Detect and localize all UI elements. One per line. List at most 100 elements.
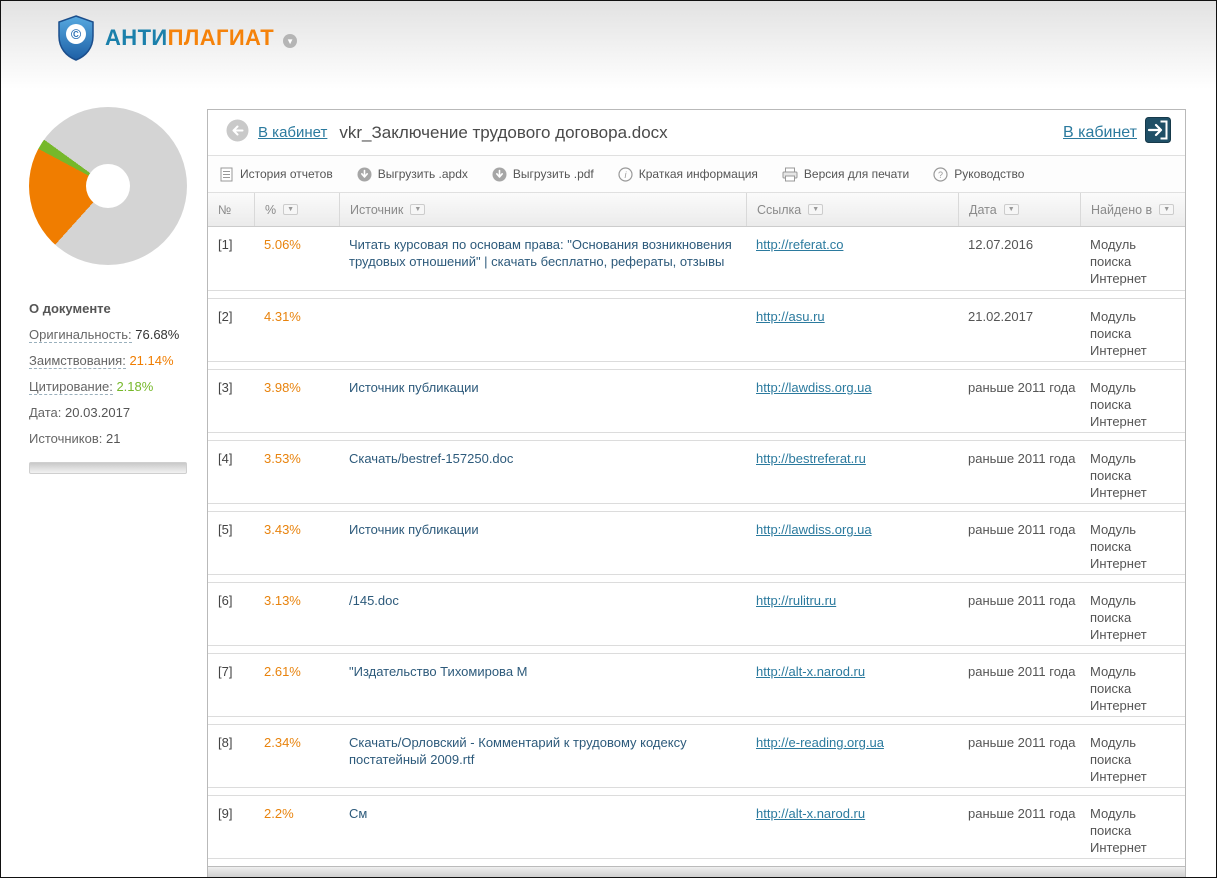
column-header-link[interactable]: Ссылка ▼ — [746, 193, 958, 226]
cell-pct: 2.34% — [254, 735, 339, 787]
sort-arrow-icon[interactable]: ▼ — [808, 204, 823, 215]
exit-to-cabinet-icon[interactable] — [1145, 117, 1171, 148]
cell-src: Источник публикации — [339, 522, 746, 574]
sort-arrow-icon[interactable]: ▼ — [1159, 204, 1174, 215]
toolbar-print-version[interactable]: Версия для печати — [782, 167, 909, 182]
logo-anti: АНТИ — [105, 25, 168, 50]
row-found-in: Модуль поиска Интернет — [1090, 237, 1160, 288]
row-link[interactable]: http://lawdiss.org.ua — [756, 522, 872, 537]
table-row: [9]2.2%Смhttp://alt-x.narod.ruраньше 201… — [208, 795, 1185, 859]
cell-date: раньше 2011 года — [958, 735, 1080, 787]
row-date: раньше 2011 года — [968, 522, 1075, 537]
shield-logo-icon: © — [56, 15, 96, 61]
sidebar-collapse-strip[interactable] — [29, 462, 187, 474]
logo-plagiat: ПЛАГИАТ — [168, 25, 274, 50]
logo-dropdown-icon[interactable]: ▼ — [283, 34, 297, 48]
column-header-percent[interactable]: % ▼ — [254, 193, 339, 226]
cabinet-link-left[interactable]: В кабинет — [258, 124, 327, 141]
report-panel: В кабинет vkr_Заключение трудового догов… — [207, 109, 1186, 878]
row-found-in: Модуль поиска Интернет — [1090, 309, 1160, 360]
row-date: раньше 2011 года — [968, 664, 1075, 679]
cell-num: [5] — [208, 522, 254, 574]
row-link[interactable]: http://alt-x.narod.ru — [756, 664, 865, 679]
donut-hole — [86, 164, 130, 208]
table-row: [7]2.61%"Издательство Тихомирова Мhttp:/… — [208, 653, 1185, 717]
toolbar-label: Краткая информация — [639, 167, 758, 181]
cell-found: Модуль поиска Интернет — [1080, 593, 1185, 645]
row-percent: 3.43% — [264, 522, 301, 537]
cell-found: Модуль поиска Интернет — [1080, 451, 1185, 503]
report-titlebar: В кабинет vkr_Заключение трудового догов… — [208, 110, 1185, 156]
row-link[interactable]: http://alt-x.narod.ru — [756, 806, 865, 821]
cell-src: "Издательство Тихомирова М — [339, 664, 746, 716]
row-link[interactable]: http://referat.co — [756, 237, 843, 252]
originality-value: 76.68% — [135, 327, 179, 342]
row-link[interactable]: http://bestreferat.ru — [756, 451, 866, 466]
sources-label: Источников: — [29, 431, 102, 446]
cell-pct: 3.53% — [254, 451, 339, 503]
cell-num: [1] — [208, 237, 254, 290]
cell-num: [8] — [208, 735, 254, 787]
row-number: [6] — [218, 593, 232, 608]
sort-arrow-icon[interactable]: ▼ — [410, 204, 425, 215]
row-date: раньше 2011 года — [968, 451, 1075, 466]
cell-found: Модуль поиска Интернет — [1080, 664, 1185, 716]
cell-pct: 3.98% — [254, 380, 339, 432]
row-percent: 2.61% — [264, 664, 301, 679]
cell-lnk: http://e-reading.org.ua — [746, 735, 958, 787]
originality-label[interactable]: Оригинальность: — [29, 327, 132, 343]
info-date: Дата: 20.03.2017 — [29, 405, 191, 420]
back-arrow-icon[interactable] — [226, 119, 249, 147]
toolbar-guide[interactable]: ? Руководство — [933, 167, 1024, 182]
row-found-in: Модуль поиска Интернет — [1090, 806, 1160, 857]
cell-num: [2] — [208, 309, 254, 361]
column-header-date[interactable]: Дата ▼ — [958, 193, 1080, 226]
cell-num: [3] — [208, 380, 254, 432]
cell-num: [4] — [208, 451, 254, 503]
cited-value: 2.18% — [116, 379, 153, 394]
toolbar-brief-info[interactable]: i Краткая информация — [618, 167, 758, 182]
row-date: 12.07.2016 — [968, 237, 1033, 252]
row-percent: 3.98% — [264, 380, 301, 395]
cell-pct: 4.31% — [254, 309, 339, 361]
cell-lnk: http://bestreferat.ru — [746, 451, 958, 503]
row-source: См — [349, 806, 367, 821]
report-toolbar: История отчетов Выгрузить .apdx Выгрузит… — [208, 156, 1185, 193]
column-header-found-in[interactable]: Найдено в ▼ — [1080, 193, 1185, 226]
table-row: [8]2.34%Скачать/Орловский - Комментарий … — [208, 724, 1185, 788]
row-link[interactable]: http://rulitru.ru — [756, 593, 836, 608]
row-percent: 3.13% — [264, 593, 301, 608]
cabinet-link-right[interactable]: В кабинет — [1063, 124, 1137, 142]
row-found-in: Модуль поиска Интернет — [1090, 451, 1160, 502]
horizontal-scrollbar[interactable] — [208, 866, 1185, 878]
cell-lnk: http://asu.ru — [746, 309, 958, 361]
cell-found: Модуль поиска Интернет — [1080, 735, 1185, 787]
cell-found: Модуль поиска Интернет — [1080, 806, 1185, 858]
cell-lnk: http://rulitru.ru — [746, 593, 958, 645]
help-icon: ? — [933, 167, 948, 182]
toolbar-export-pdf[interactable]: Выгрузить .pdf — [492, 167, 594, 182]
row-source: Скачать/bestref-157250.doc — [349, 451, 513, 466]
row-found-in: Модуль поиска Интернет — [1090, 593, 1160, 644]
row-link[interactable]: http://asu.ru — [756, 309, 825, 324]
row-number: [3] — [218, 380, 232, 395]
toolbar-label: История отчетов — [240, 167, 333, 181]
column-label: Источник — [350, 203, 403, 217]
toolbar-export-apdx[interactable]: Выгрузить .apdx — [357, 167, 468, 182]
cell-found: Модуль поиска Интернет — [1080, 522, 1185, 574]
cited-label[interactable]: Цитирование: — [29, 379, 113, 395]
borrowed-label[interactable]: Заимствования: — [29, 353, 126, 369]
table-body: [1]5.06%Читать курсовая по основам права… — [208, 227, 1185, 859]
cell-lnk: http://lawdiss.org.ua — [746, 380, 958, 432]
row-date: раньше 2011 года — [968, 380, 1075, 395]
row-link[interactable]: http://lawdiss.org.ua — [756, 380, 872, 395]
sort-arrow-icon[interactable]: ▼ — [1004, 204, 1019, 215]
row-link[interactable]: http://e-reading.org.ua — [756, 735, 884, 750]
toolbar-history-reports[interactable]: История отчетов — [220, 167, 333, 182]
sort-arrow-icon[interactable]: ▼ — [283, 204, 298, 215]
cell-num: [9] — [208, 806, 254, 858]
toolbar-label: Руководство — [954, 167, 1024, 181]
column-label: % — [265, 203, 276, 217]
row-source: /145.doc — [349, 593, 399, 608]
column-header-source[interactable]: Источник ▼ — [339, 193, 746, 226]
